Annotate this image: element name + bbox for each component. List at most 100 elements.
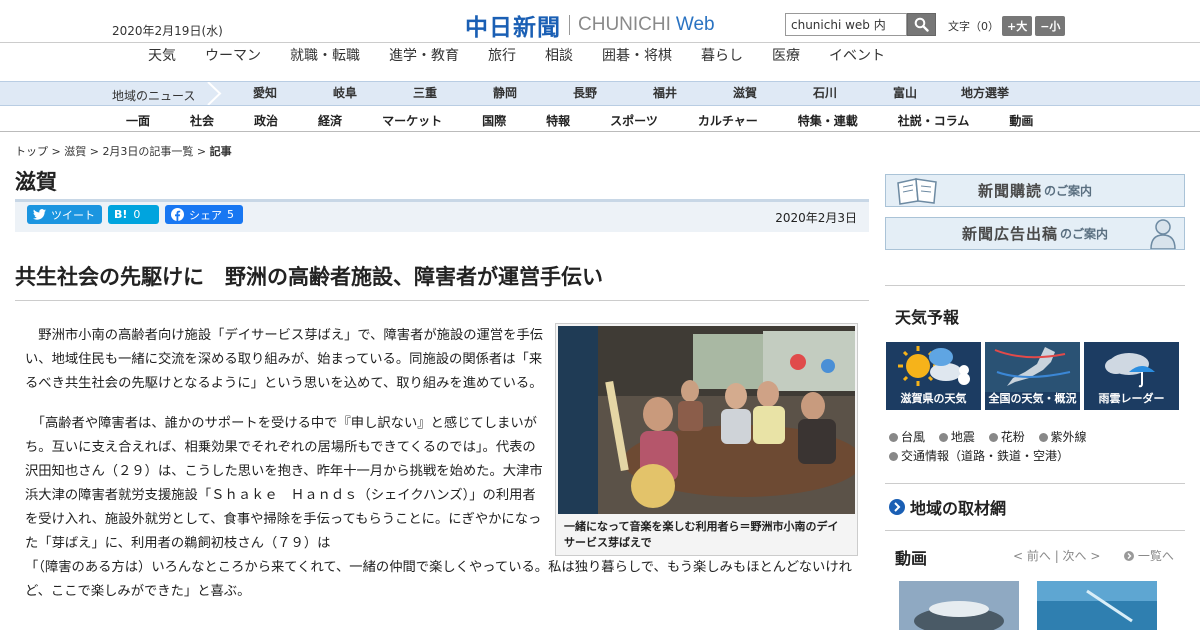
facebook-share-label: シェア: [189, 208, 222, 222]
font-size-label: 文字（0）: [948, 20, 999, 33]
region-nav-item[interactable]: 長野: [545, 82, 625, 105]
video-title: 動画: [895, 549, 928, 568]
tweet-button[interactable]: ツイート: [27, 205, 102, 224]
logo-english: CHUNICHI: [578, 14, 671, 35]
search-button[interactable]: [907, 13, 936, 36]
section-nav-item[interactable]: マーケット: [382, 112, 442, 129]
facebook-share-button[interactable]: シェア 5: [165, 205, 243, 224]
section-nav-item[interactable]: 一面: [126, 112, 150, 129]
category-nav-item[interactable]: 暮らし: [701, 45, 743, 65]
category-nav-item[interactable]: 囲碁・将棋: [602, 45, 672, 65]
breadcrumb-link[interactable]: 滋賀: [64, 145, 86, 158]
weather-link-label: 地震: [950, 430, 975, 444]
sidebar-divider: [885, 285, 1185, 286]
weather-tile-radar[interactable]: 雨雲レーダー: [1084, 342, 1179, 410]
hatena-bookmark-button[interactable]: B! 0: [108, 205, 159, 224]
weather-link-typhoon[interactable]: 台風: [889, 430, 925, 444]
article-photo[interactable]: 一緒になって音楽を楽しむ利用者ら＝野洲市小南のデイサービス芽ばえで: [555, 323, 858, 556]
section-nav-item[interactable]: 国際: [482, 112, 506, 129]
category-nav-item[interactable]: ウーマン: [205, 45, 261, 65]
video-list-link[interactable]: 一覧へ: [1124, 547, 1174, 564]
weather-tile-national[interactable]: 全国の天気・概況: [985, 342, 1080, 410]
site-logo[interactable]: 中日新聞 CHUNICHI Web: [465, 8, 715, 42]
weather-link-label: 花粉: [1000, 430, 1025, 444]
region-nav-item[interactable]: 三重: [385, 82, 465, 105]
weather-link-label: 台風: [901, 430, 926, 444]
region-nav-item[interactable]: 福井: [625, 82, 705, 105]
logo-divider: [569, 15, 570, 35]
breadcrumb-link[interactable]: 2月3日の記事一覧: [102, 145, 193, 158]
category-nav-item[interactable]: 進学・教育: [389, 45, 459, 65]
category-nav-item[interactable]: 就職・転職: [290, 45, 360, 65]
video-thumbnail-image: [899, 581, 1019, 630]
video-thumbnail[interactable]: [1037, 581, 1157, 630]
sidebar-divider: [885, 530, 1185, 531]
region-nav-item[interactable]: 滋賀: [705, 82, 785, 105]
weather-link-label: 紫外線: [1050, 430, 1087, 444]
section-nav-item[interactable]: 動画: [1009, 112, 1033, 129]
region-nav-item[interactable]: 地方選挙: [945, 82, 1025, 105]
chevron-right-circle-icon: [889, 499, 905, 515]
sun-cloud-icon: [898, 346, 970, 386]
video-prev-link[interactable]: < 前へ: [1013, 549, 1051, 563]
traffic-info-link[interactable]: 交通情報（道路・鉄道・空港）: [889, 449, 1069, 463]
headline-divider: [15, 300, 869, 301]
search-input[interactable]: [785, 13, 907, 36]
region-nav-heading[interactable]: 地域のニュース: [112, 87, 195, 104]
font-bigger-button[interactable]: +大: [1002, 16, 1033, 36]
subscription-banner[interactable]: 新聞購読 のご案内: [885, 174, 1185, 207]
newspaper-icon: [897, 178, 937, 205]
category-nav-item[interactable]: イベント: [829, 45, 885, 65]
person-icon: [1150, 219, 1176, 249]
section-nav-item[interactable]: カルチャー: [698, 112, 758, 129]
section-nav-item[interactable]: 社会: [190, 112, 214, 129]
video-thumbnail[interactable]: [899, 581, 1019, 630]
category-nav: 天気 ウーマン 就職・転職 進学・教育 旅行 相談 囲碁・将棋 暮らし 医療 イ…: [0, 42, 1200, 66]
category-nav-item[interactable]: 旅行: [488, 45, 516, 65]
region-nav-item[interactable]: 石川: [785, 82, 865, 105]
section-nav-item[interactable]: 特報: [546, 112, 570, 129]
video-pager: < 前へ | 次へ >: [1013, 549, 1101, 563]
section-nav-item[interactable]: 経済: [318, 112, 342, 129]
search-icon: [914, 17, 929, 32]
tweet-label: ツイート: [51, 208, 95, 222]
weather-tile-shiga[interactable]: 滋賀県の天気: [886, 342, 981, 410]
weather-title: 天気予報: [895, 308, 960, 327]
video-thumbnail-image: [1037, 581, 1157, 630]
sidebar-divider: [885, 483, 1185, 484]
subscription-banner-sub: のご案内: [1044, 184, 1093, 198]
breadcrumb-separator: >: [193, 145, 210, 158]
video-next-link[interactable]: 次へ >: [1063, 549, 1101, 563]
weather-tile-label: 全国の天気・概況: [988, 392, 1077, 405]
region-network-title: 地域の取材網: [910, 499, 1007, 518]
weather-link-earthquake[interactable]: 地震: [938, 430, 975, 444]
article-paragraph-text: 「高齢者や障害者は、誰かのサポートを受ける中で『申し訳ない』と感じてしまいがち。…: [25, 416, 543, 551]
weather-link-pollen[interactable]: 花粉: [988, 430, 1025, 444]
font-size-control: 文字（0） +大 −小: [948, 16, 1066, 36]
region-nav-item[interactable]: 静岡: [465, 82, 545, 105]
breadcrumb-separator: >: [86, 145, 103, 158]
bullet-icon: [988, 433, 998, 442]
site-search: [785, 13, 936, 36]
region-nav-item[interactable]: 愛知: [225, 82, 305, 105]
region-nav-item[interactable]: 岐阜: [305, 82, 385, 105]
weather-link-uv[interactable]: 紫外線: [1038, 430, 1087, 444]
bullet-icon: [889, 433, 898, 442]
bullet-icon: [938, 433, 948, 442]
font-smaller-button[interactable]: −小: [1035, 16, 1066, 36]
category-nav-item[interactable]: 天気: [148, 45, 176, 65]
breadcrumb-link[interactable]: トップ: [15, 145, 48, 158]
section-nav-item[interactable]: 特集・連載: [798, 112, 858, 129]
region-nav-item[interactable]: 富山: [865, 82, 945, 105]
article-paragraph-quote: 「（障害のある方は）いろんなところから来てくれて、一緒の仲間で楽しくやっている。…: [25, 560, 852, 599]
category-nav-item[interactable]: 相談: [545, 45, 573, 65]
advertising-banner-label: 新聞広告出稿: [961, 225, 1058, 243]
category-nav-item[interactable]: 医療: [772, 45, 800, 65]
advertising-banner[interactable]: 新聞広告出稿 のご案内: [885, 217, 1185, 250]
section-nav-item[interactable]: 社説・コラム: [898, 112, 970, 129]
section-nav-item[interactable]: スポーツ: [610, 112, 658, 129]
section-nav-item[interactable]: 政治: [254, 112, 278, 129]
region-network-heading[interactable]: 地域の取材網: [885, 495, 1185, 519]
hatena-b-icon: B!: [114, 208, 128, 221]
chevron-right-circle-icon: [1124, 551, 1134, 561]
